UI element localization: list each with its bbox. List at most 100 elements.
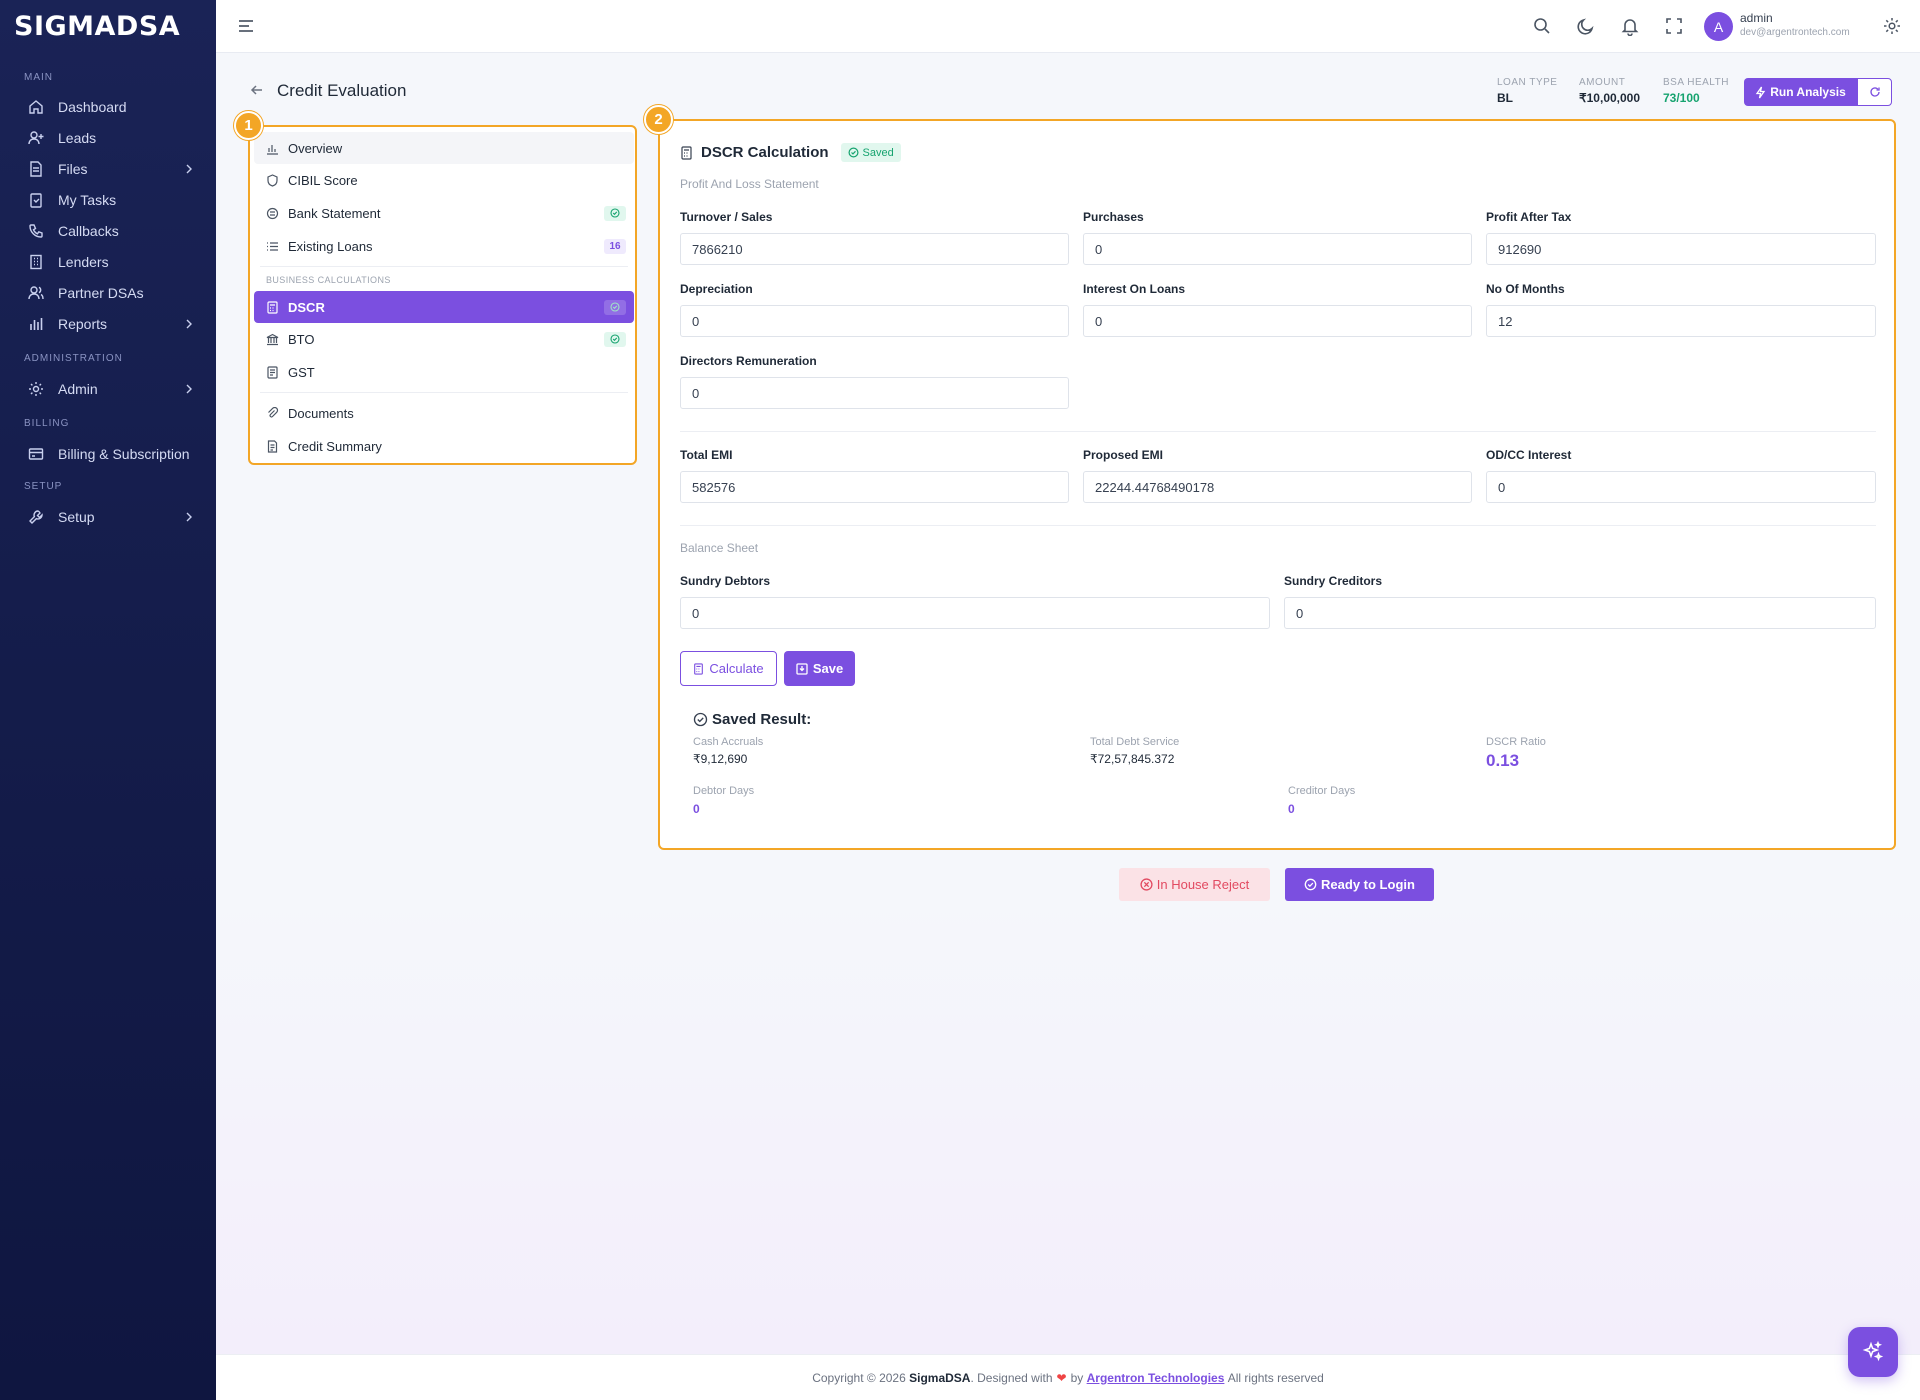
- completed-badge: [604, 299, 626, 315]
- value-debtor-days: 0: [693, 802, 700, 816]
- sidebar-item-lenders[interactable]: Lenders: [0, 246, 216, 277]
- check-circle-icon: [610, 208, 620, 218]
- ai-assistant-button[interactable]: [1848, 1327, 1898, 1377]
- sidebar-item-files[interactable]: Files: [0, 153, 216, 184]
- avatar[interactable]: A: [1704, 12, 1733, 41]
- institution-icon: [266, 333, 279, 345]
- nav-item-dscr[interactable]: DSCR: [254, 291, 634, 323]
- user-email: dev@argentrontech.com: [1740, 27, 1850, 38]
- nav-item-bank-statement[interactable]: Bank Statement: [254, 197, 634, 229]
- odcc-interest-input[interactable]: [1486, 471, 1876, 503]
- interest-on-loans-input[interactable]: [1083, 305, 1472, 337]
- profit-after-tax-input[interactable]: [1486, 233, 1876, 265]
- sidebar-item-callbacks[interactable]: Callbacks: [0, 215, 216, 246]
- dscr-calculation-card: DSCR Calculation Saved Profit And Loss S…: [658, 119, 1896, 850]
- menu-toggle-icon[interactable]: [236, 16, 256, 36]
- sidebar-item-reports[interactable]: Reports: [0, 308, 216, 339]
- nav-item-cibil-score[interactable]: CIBIL Score: [254, 164, 634, 196]
- check-circle-icon: [1304, 878, 1317, 891]
- paperclip-icon: [268, 406, 279, 417]
- label-depreciation: Depreciation: [680, 282, 753, 296]
- sidebar-section-main: MAIN: [24, 72, 53, 83]
- label-total-debt-service: Total Debt Service: [1090, 736, 1180, 748]
- label-creditor-days: Creditor Days: [1288, 785, 1356, 797]
- sidebar-item-partner-dsas[interactable]: Partner DSAs: [0, 277, 216, 308]
- sundry-debtors-input[interactable]: [680, 597, 1270, 629]
- refresh-button[interactable]: [1857, 78, 1892, 106]
- nav-item-documents[interactable]: Documents: [254, 397, 634, 429]
- users-icon: [28, 285, 44, 299]
- meta-bsa-health: BSA HEALTH 73/100: [1663, 77, 1729, 105]
- chart-icon: [267, 144, 278, 155]
- moon-icon[interactable]: [1576, 16, 1596, 36]
- document-icon: [267, 439, 278, 453]
- save-icon: [796, 662, 808, 675]
- chevron-right-icon: [186, 319, 192, 328]
- purchases-input[interactable]: [1083, 233, 1472, 265]
- no-of-months-input[interactable]: [1486, 305, 1876, 337]
- settings-gear-icon[interactable]: [1882, 16, 1902, 36]
- meta-amount: AMOUNT ₹10,00,000: [1579, 77, 1641, 105]
- value-creditor-days: 0: [1288, 802, 1295, 816]
- label-cash-accruals: Cash Accruals: [693, 736, 764, 748]
- label-dscr-ratio: DSCR Ratio: [1486, 736, 1546, 748]
- total-emi-input[interactable]: [680, 471, 1069, 503]
- nav-divider: [260, 266, 628, 267]
- nav-item-overview[interactable]: Overview: [254, 132, 634, 164]
- sidebar-item-leads[interactable]: Leads: [0, 122, 216, 153]
- card-title: DSCR Calculation Saved: [680, 143, 901, 162]
- nav-item-bto[interactable]: BTO: [254, 323, 634, 355]
- footer: Copyright © 2026 SigmaDSA. Designed with…: [216, 1354, 1920, 1400]
- search-icon[interactable]: [1532, 16, 1552, 36]
- calculator-icon: [681, 145, 692, 160]
- sidebar-item-billing[interactable]: Billing & Subscription: [0, 438, 216, 469]
- sidebar-section-administration: ADMINISTRATION: [24, 353, 123, 364]
- sidebar-item-my-tasks[interactable]: My Tasks: [0, 184, 216, 215]
- check-circle-icon: [848, 147, 859, 158]
- check-circle-icon: [693, 712, 708, 727]
- value-total-debt-service: ₹72,57,845.372: [1090, 752, 1175, 766]
- sundry-creditors-input[interactable]: [1284, 597, 1876, 629]
- footer-brand: SigmaDSA: [909, 1370, 971, 1385]
- wrench-icon: [29, 509, 43, 524]
- calculate-button[interactable]: Calculate: [680, 651, 777, 686]
- section-label-balance-sheet: Balance Sheet: [680, 541, 759, 555]
- sidebar-item-admin[interactable]: Admin: [0, 373, 216, 404]
- shield-icon: [267, 173, 278, 187]
- label-sundry-debtors: Sundry Debtors: [680, 574, 771, 588]
- user-plus-icon: [28, 130, 44, 144]
- evaluation-nav-panel: Overview CIBIL Score Bank Statement Exis…: [248, 125, 637, 465]
- refresh-icon: [1869, 87, 1880, 97]
- step-badge-2: 2: [644, 105, 673, 134]
- label-proposed-emi: Proposed EMI: [1083, 448, 1164, 462]
- fullscreen-icon[interactable]: [1664, 16, 1684, 36]
- bell-icon[interactable]: [1620, 16, 1640, 36]
- label-total-emi: Total EMI: [680, 448, 733, 462]
- in-house-reject-button[interactable]: In House Reject: [1119, 868, 1270, 901]
- depreciation-input[interactable]: [680, 305, 1069, 337]
- turnover-input[interactable]: [680, 233, 1069, 265]
- receipt-icon: [267, 365, 278, 379]
- company-link[interactable]: Argentron Technologies: [1087, 1371, 1225, 1385]
- back-arrow-icon[interactable]: [248, 81, 266, 99]
- run-analysis-button[interactable]: Run Analysis: [1744, 78, 1857, 106]
- sidebar-item-setup[interactable]: Setup: [0, 501, 216, 532]
- sidebar-item-dashboard[interactable]: Dashboard: [0, 91, 216, 122]
- save-button[interactable]: Save: [784, 651, 855, 686]
- status-badge: Saved: [840, 143, 901, 162]
- user-name[interactable]: admin: [1740, 11, 1773, 25]
- app-logo[interactable]: SIGMADSA: [0, 0, 216, 52]
- step-badge-1: 1: [234, 111, 263, 140]
- nav-item-gst[interactable]: GST: [254, 356, 634, 388]
- sparkle-icon: [1862, 1340, 1884, 1362]
- nav-item-credit-summary[interactable]: Credit Summary: [254, 430, 634, 462]
- proposed-emi-input[interactable]: [1083, 471, 1472, 503]
- ready-to-login-button[interactable]: Ready to Login: [1285, 868, 1434, 901]
- completed-badge: [604, 205, 626, 221]
- directors-remuneration-input[interactable]: [680, 377, 1069, 409]
- lightning-icon: [1755, 86, 1766, 98]
- label-debtor-days: Debtor Days: [693, 785, 755, 797]
- background-gradient: [216, 900, 1920, 1354]
- nav-item-existing-loans[interactable]: Existing Loans 16: [254, 230, 634, 262]
- list-icon: [267, 241, 278, 251]
